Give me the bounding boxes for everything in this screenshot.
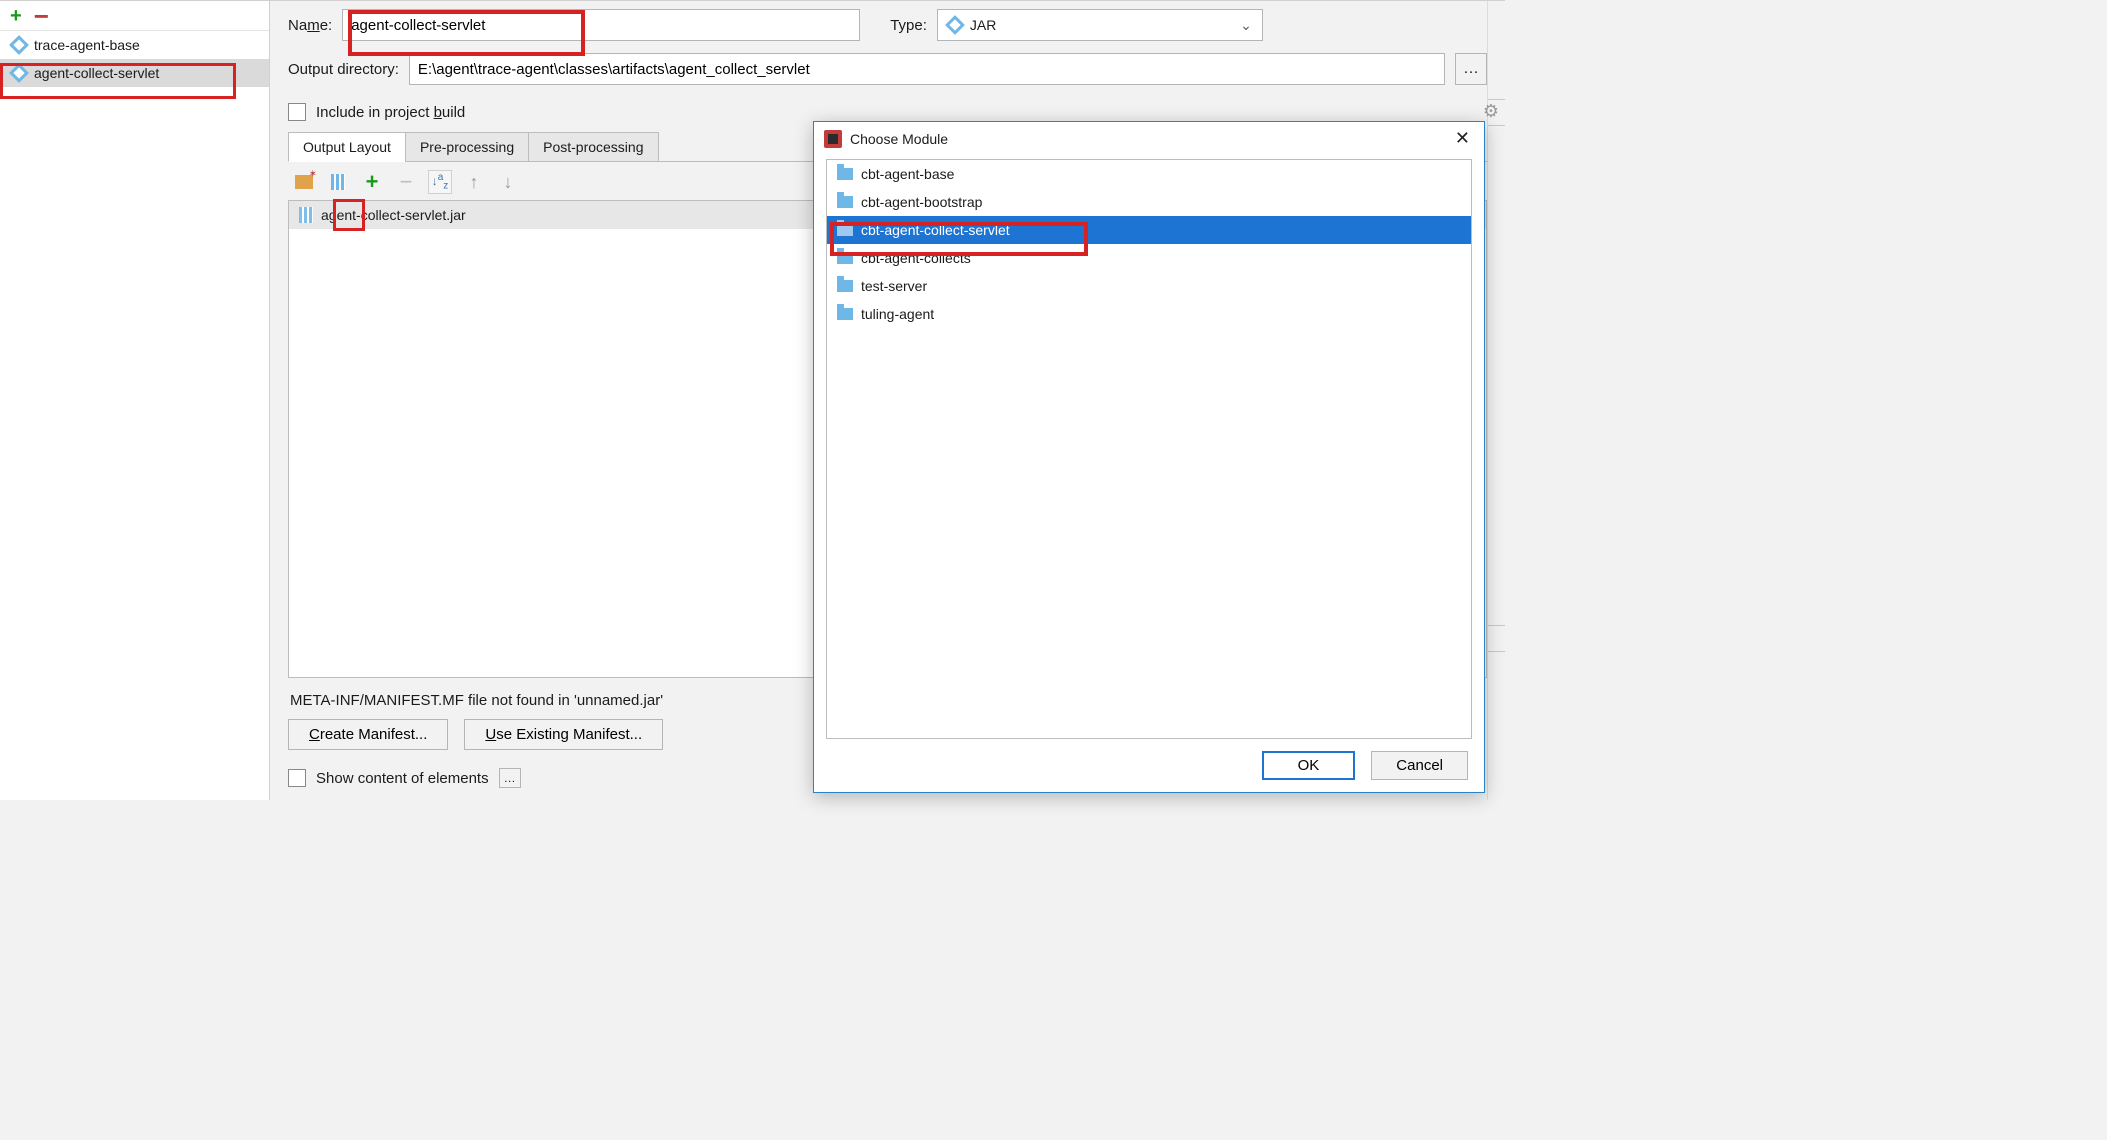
archive-icon [299, 207, 313, 223]
artifact-item[interactable]: trace-agent-base [0, 31, 269, 59]
move-up-icon[interactable]: ↑ [462, 170, 486, 194]
module-bars-icon[interactable] [326, 170, 350, 194]
include-build-checkbox[interactable] [288, 103, 306, 121]
tab-pre-processing[interactable]: Pre-processing [405, 132, 529, 162]
remove-icon[interactable]: − [394, 170, 418, 194]
artifact-icon [9, 63, 29, 83]
show-content-checkbox[interactable] [288, 769, 306, 787]
type-value: JAR [970, 17, 996, 33]
module-item[interactable]: cbt-agent-bootstrap [827, 188, 1471, 216]
output-dir-input[interactable] [409, 53, 1445, 85]
module-label: test-server [861, 278, 927, 294]
add-artifact-icon[interactable]: + [10, 6, 22, 26]
module-label: cbt-agent-base [861, 166, 954, 182]
module-item-selected[interactable]: cbt-agent-collect-servlet [827, 216, 1471, 244]
output-dir-label: Output directory: [288, 61, 399, 78]
module-icon [837, 168, 853, 180]
include-build-label: Include in project build [316, 104, 465, 121]
name-input[interactable] [342, 9, 860, 41]
new-folder-icon[interactable] [292, 170, 316, 194]
app-root: + − trace-agent-base agent-collect-servl… [0, 0, 1505, 800]
artifact-sidebar: + − trace-agent-base agent-collect-servl… [0, 1, 270, 800]
sidebar-toolbar: + − [0, 1, 269, 31]
dialog-title: Choose Module [850, 131, 948, 147]
type-label: Type: [890, 17, 927, 34]
module-label: cbt-agent-bootstrap [861, 194, 982, 210]
artifact-icon [9, 35, 29, 55]
module-list[interactable]: cbt-agent-base cbt-agent-bootstrap cbt-a… [826, 159, 1472, 739]
module-item[interactable]: tuling-agent [827, 300, 1471, 328]
show-content-config-button[interactable]: … [499, 768, 521, 788]
create-manifest-button[interactable]: Create Manifest... [288, 719, 448, 750]
close-icon[interactable]: ✕ [1451, 128, 1474, 149]
chevron-down-icon: ⌄ [1240, 17, 1252, 34]
module-label: tuling-agent [861, 306, 934, 322]
browse-button[interactable]: … [1455, 53, 1487, 85]
module-icon [837, 196, 853, 208]
include-build-row[interactable]: Include in project build [288, 103, 1487, 121]
dialog-footer: OK Cancel [814, 739, 1484, 792]
ok-button[interactable]: OK [1262, 751, 1356, 780]
remove-artifact-icon[interactable]: − [34, 3, 49, 29]
module-item[interactable]: test-server [827, 272, 1471, 300]
tab-output-layout[interactable]: Output Layout [288, 132, 406, 162]
gear-icon[interactable]: ⚙ [1483, 101, 1499, 122]
jar-icon [945, 15, 965, 35]
artifact-label: agent-collect-servlet [34, 65, 159, 81]
use-existing-manifest-button[interactable]: Use Existing Manifest... [464, 719, 663, 750]
name-row: Name: Type: JAR ⌄ [288, 9, 1487, 41]
module-label: cbt-agent-collect-servlet [861, 222, 1010, 238]
type-select[interactable]: JAR ⌄ [937, 9, 1263, 41]
artifact-list: trace-agent-base agent-collect-servlet [0, 31, 269, 800]
dialog-titlebar: Choose Module ✕ [814, 122, 1484, 155]
output-dir-row: Output directory: … [288, 53, 1487, 85]
tab-post-processing[interactable]: Post-processing [528, 132, 658, 162]
jar-item-label: agent-collect-servlet.jar [321, 207, 466, 223]
module-icon [837, 224, 853, 236]
module-icon [837, 280, 853, 292]
artifact-label: trace-agent-base [34, 37, 140, 53]
name-label: Name: [288, 17, 332, 34]
module-item[interactable]: cbt-agent-collects [827, 244, 1471, 272]
choose-module-dialog: Choose Module ✕ cbt-agent-base cbt-agent… [813, 121, 1485, 793]
cancel-button[interactable]: Cancel [1371, 751, 1468, 780]
module-icon [837, 308, 853, 320]
module-item[interactable]: cbt-agent-base [827, 160, 1471, 188]
add-icon[interactable]: + [360, 170, 384, 194]
module-label: cbt-agent-collects [861, 250, 971, 266]
sort-az-icon[interactable]: ↓az [428, 170, 452, 194]
intellij-icon [824, 130, 842, 148]
module-icon [837, 252, 853, 264]
show-content-label: Show content of elements [316, 770, 489, 787]
move-down-icon[interactable]: ↓ [496, 170, 520, 194]
artifact-item-selected[interactable]: agent-collect-servlet [0, 59, 269, 87]
